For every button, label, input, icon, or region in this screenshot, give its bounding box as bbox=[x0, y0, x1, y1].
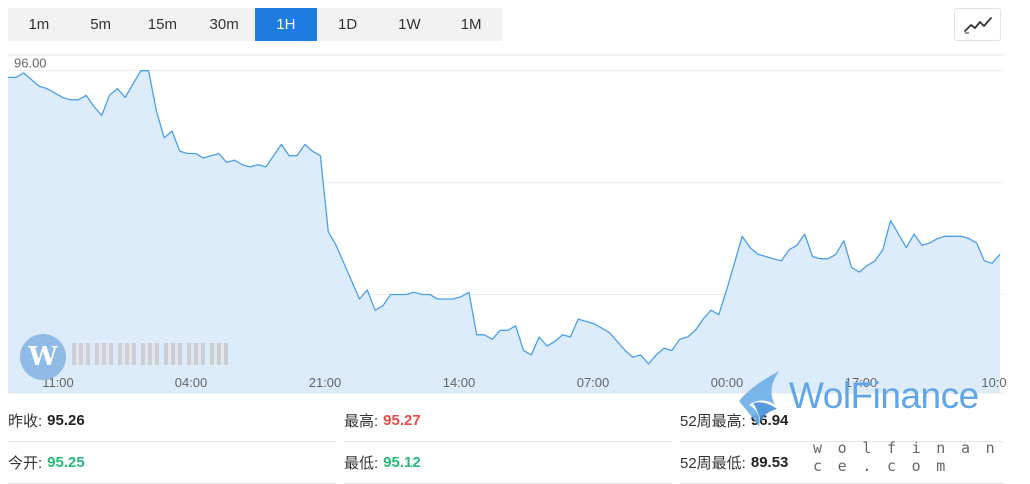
tab-1mo[interactable]: 1M bbox=[440, 8, 502, 41]
x-tick-label: 10:0 bbox=[981, 375, 1006, 390]
timeframe-tabs: 1m 5m 15m 30m 1H 1D 1W 1M bbox=[8, 8, 502, 41]
high-value: 95.27 bbox=[383, 412, 421, 429]
open-cell: 今开: 95.25 bbox=[8, 442, 336, 484]
x-tick-label: 07:00 bbox=[577, 375, 610, 390]
week52-low-label: 52周最低: bbox=[680, 455, 746, 472]
prev-close-value: 95.26 bbox=[47, 412, 85, 429]
y-tick-label: 96.00 bbox=[14, 56, 47, 71]
low-cell: 最低: 95.12 bbox=[344, 442, 672, 484]
x-tick-label: 00:00 bbox=[711, 375, 744, 390]
watermark-logo: W bbox=[20, 334, 66, 380]
x-tick-label: 04:00 bbox=[175, 375, 208, 390]
chart-type-toggle[interactable] bbox=[954, 8, 1001, 41]
x-tick-label: 17:00 bbox=[845, 375, 878, 390]
low-value: 95.12 bbox=[383, 454, 421, 471]
week52-high-value: 96.94 bbox=[750, 412, 789, 429]
high-cell: 最高: 95.27 bbox=[344, 400, 672, 442]
stats-row-1: 昨收: 95.26 最高: 95.27 52周最高: 96.94 bbox=[8, 400, 1004, 442]
high-label: 最高: bbox=[344, 413, 379, 430]
week52-high-label: 52周最高: bbox=[680, 413, 746, 430]
week52-low-value: 89.53 bbox=[750, 454, 789, 471]
tab-5m[interactable]: 5m bbox=[70, 8, 132, 41]
tab-1m[interactable]: 1m bbox=[8, 8, 70, 41]
prev-close-label: 昨收: bbox=[8, 413, 43, 430]
x-tick-label: 14:00 bbox=[443, 375, 476, 390]
prev-close-cell: 昨收: 95.26 bbox=[8, 400, 336, 442]
tab-1h[interactable]: 1H bbox=[255, 8, 317, 41]
open-value: 95.25 bbox=[47, 454, 85, 471]
blurred-watermark-text bbox=[72, 343, 228, 365]
tab-15m[interactable]: 15m bbox=[132, 8, 194, 41]
week52-high-cell: 52周最高: 96.94 bbox=[680, 400, 1004, 442]
line-chart-icon bbox=[963, 16, 992, 33]
stats-row-2: 今开: 95.25 最低: 95.12 52周最低: 89.53 bbox=[8, 442, 1004, 484]
open-label: 今开: bbox=[8, 455, 43, 472]
tab-30m[interactable]: 30m bbox=[193, 8, 255, 41]
tab-1w[interactable]: 1W bbox=[379, 8, 441, 41]
tab-1d[interactable]: 1D bbox=[317, 8, 379, 41]
low-label: 最低: bbox=[344, 455, 379, 472]
x-tick-label: 21:00 bbox=[309, 375, 342, 390]
week52-low-cell: 52周最低: 89.53 bbox=[680, 442, 1004, 484]
